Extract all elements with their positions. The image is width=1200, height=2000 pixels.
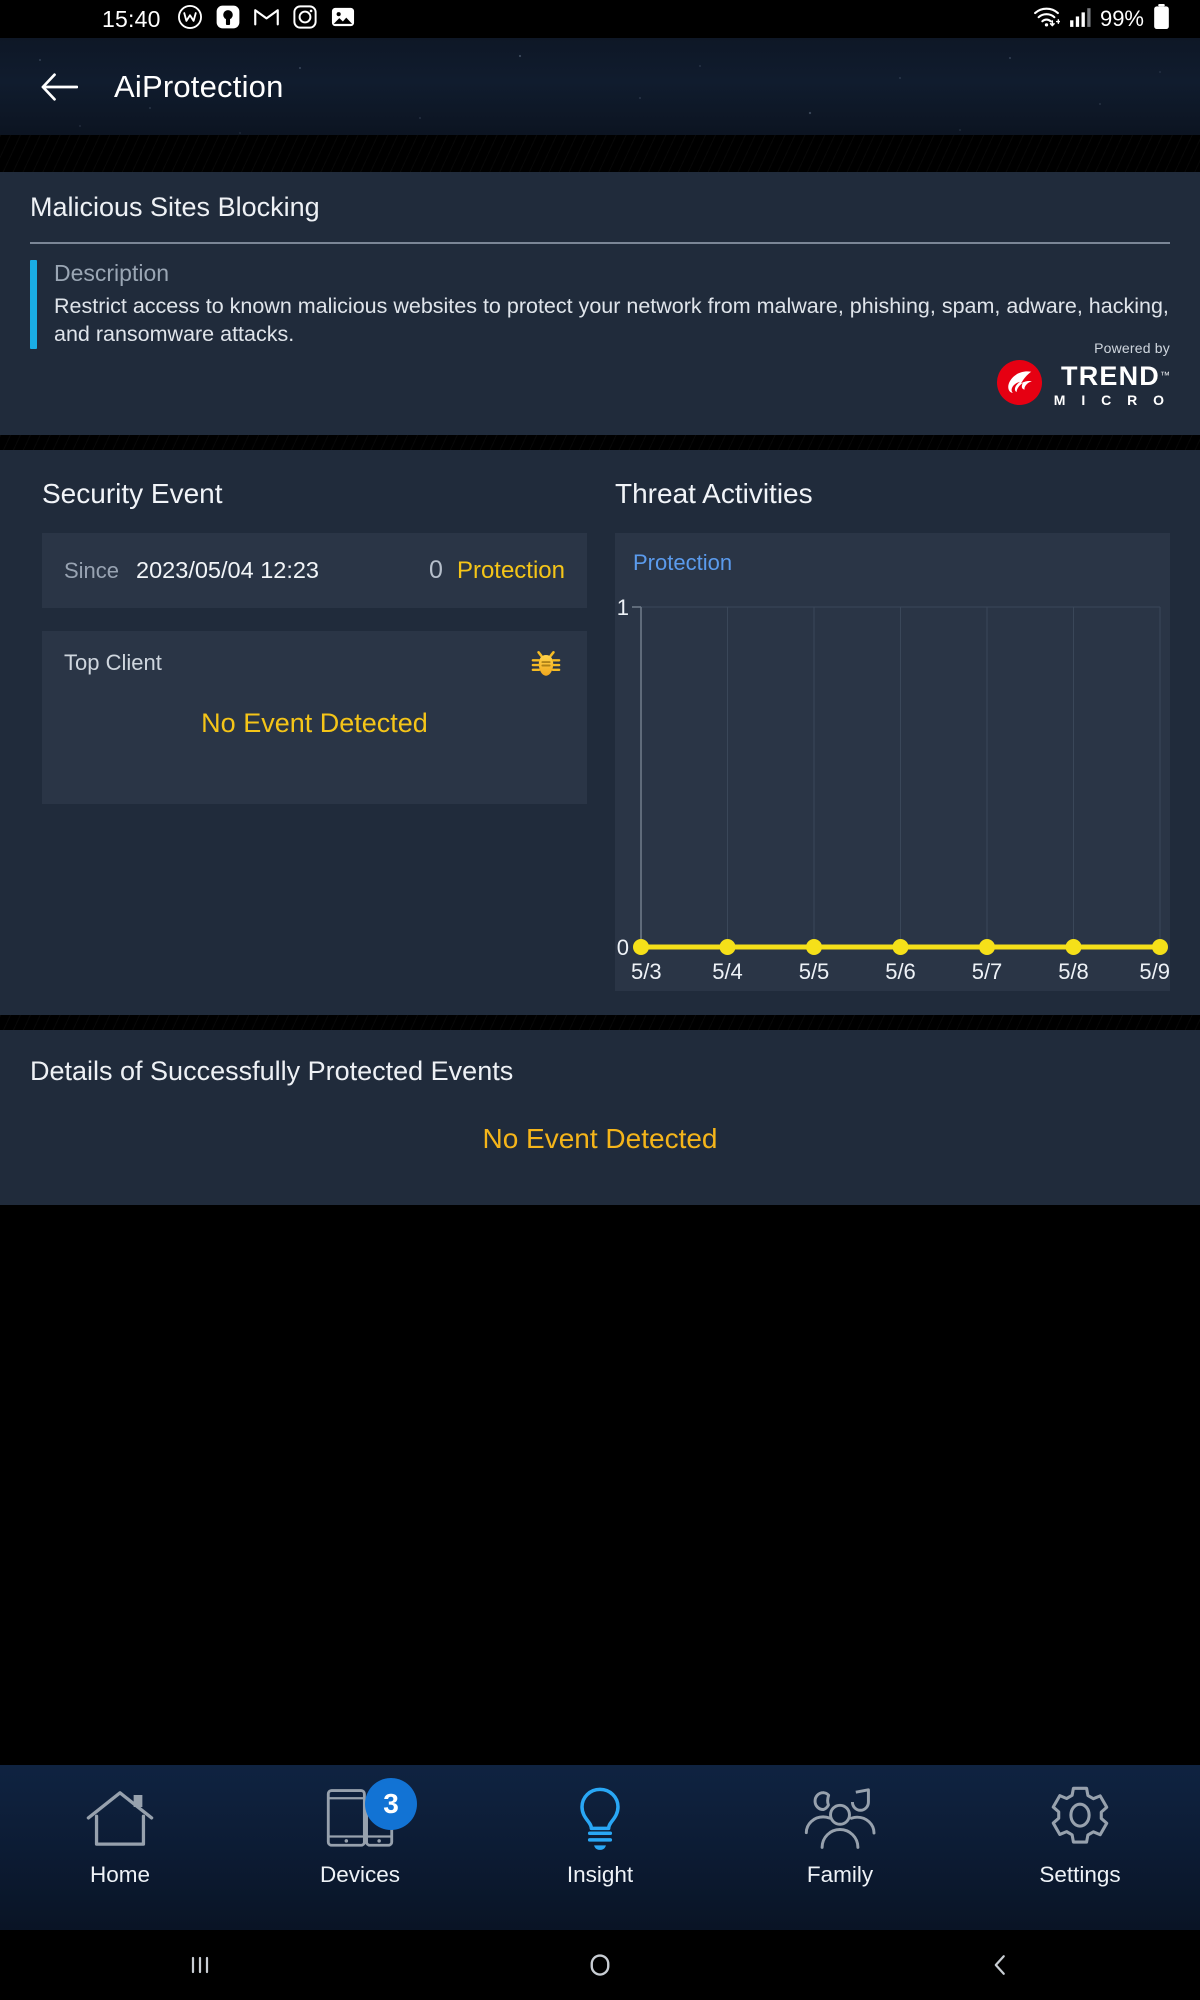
trend-micro-brand: TREND [1061, 361, 1160, 391]
svg-text:5/9: 5/9 [1139, 959, 1170, 984]
top-client-label: Top Client [64, 650, 162, 675]
status-bar: 15:40 99% [0, 0, 1200, 38]
card-title: Malicious Sites Blocking [30, 192, 320, 222]
home-circle-icon[interactable] [400, 1950, 800, 1980]
app-bar: AiProtection [0, 38, 1200, 135]
nav-item-settings[interactable]: Settings [960, 1765, 1200, 1930]
svg-text:5/6: 5/6 [885, 959, 916, 984]
top-client-panel: Top Client No Event Detected [42, 631, 587, 804]
svg-text:5/5: 5/5 [799, 959, 830, 984]
malicious-sites-blocking-card: Malicious Sites Blocking Description Res… [0, 172, 1200, 435]
status-right-icons: 99% [1033, 3, 1170, 35]
svg-text:5/3: 5/3 [631, 959, 662, 984]
protection-count-block: 0 Protection [429, 556, 565, 585]
gear-icon [1046, 1782, 1114, 1856]
security-event-column: Security Event Since 2023/05/04 12:23 0 … [42, 478, 587, 804]
chart-plot-area: 1 0 5/3 5/4 5/5 5/6 5/7 5/8 5/9 [615, 593, 1170, 991]
photos-icon [330, 4, 356, 35]
since-panel: Since 2023/05/04 12:23 0 Protection [42, 533, 587, 608]
nav-item-family[interactable]: Family [720, 1765, 960, 1930]
since-label: Since [64, 557, 120, 583]
svg-text:0: 0 [617, 935, 629, 960]
protection-label: Protection [456, 557, 565, 584]
details-card: Details of Successfully Protected Events… [0, 1030, 1200, 1205]
w-app-icon [177, 4, 203, 35]
status-time: 15:40 [102, 5, 161, 32]
family-icon [800, 1782, 880, 1856]
nav-label-family: Family [806, 1862, 874, 1887]
top-client-no-event: No Event Detected [201, 708, 428, 738]
page-title: AiProtection [114, 68, 284, 104]
page-background-filler [0, 1205, 1200, 1765]
details-no-event: No Event Detected [482, 1123, 718, 1154]
nav-item-home[interactable]: Home [0, 1765, 240, 1930]
section-separator-1 [0, 435, 1200, 450]
description-block: Description Restrict access to known mal… [30, 260, 1170, 349]
bottom-navigation: Home 3 Devices Insight Family Settings [0, 1765, 1200, 1930]
nav-item-insight[interactable]: Insight [480, 1765, 720, 1930]
divider [30, 242, 1170, 244]
accent-bar [30, 260, 37, 349]
svg-text:5/7: 5/7 [972, 959, 1003, 984]
trademark-symbol: ™ [1160, 370, 1170, 382]
protection-count: 0 [429, 556, 443, 584]
section-separator-2 [0, 1015, 1200, 1030]
recents-icon[interactable] [0, 1951, 400, 1979]
nav-label-insight: Insight [566, 1862, 634, 1887]
threat-activities-heading: Threat Activities [615, 478, 813, 509]
security-and-threat-card: Security Event Since 2023/05/04 12:23 0 … [0, 450, 1200, 1015]
cellular-signal-icon [1069, 6, 1091, 33]
trend-micro-logo: TREND™ M I C R O [996, 359, 1170, 411]
svg-text:5/4: 5/4 [712, 959, 743, 984]
back-arrow-icon[interactable] [34, 62, 84, 112]
battery-full-icon [1153, 3, 1170, 35]
gmail-icon [253, 3, 280, 35]
svg-text:5/8: 5/8 [1058, 959, 1089, 984]
svg-text:1: 1 [617, 595, 629, 620]
chart-legend-protection: Protection [633, 550, 733, 575]
bug-icon [529, 647, 563, 686]
powered-by-label: Powered by [1094, 340, 1170, 356]
security-event-heading: Security Event [42, 478, 223, 509]
trend-micro-brand-sub: M I C R O [1053, 392, 1170, 408]
messenger-icon [215, 4, 241, 35]
bulb-icon [569, 1782, 631, 1856]
threat-activities-chart-panel: Protection 1 0 5/3 5/4 5/5 5/6 5/7 5/8 5/9 [615, 533, 1170, 991]
system-navigation-bar [0, 1930, 1200, 2000]
since-value: 2023/05/04 12:23 [136, 557, 319, 583]
wifi-icon [1033, 5, 1061, 34]
trend-micro-wordmark: TREND™ M I C R O [1053, 361, 1170, 408]
nav-label-home: Home [89, 1862, 151, 1887]
trend-micro-mark-icon [996, 359, 1043, 411]
nav-label-settings: Settings [1039, 1862, 1121, 1887]
details-title: Details of Successfully Protected Events [30, 1056, 514, 1086]
nav-label-devices: Devices [319, 1862, 401, 1887]
section-separator-top [0, 135, 1200, 172]
threat-activities-line-chart: 1 05/3 5/4 5/5 5/6 5/7 5/8 5/9 [617, 595, 1170, 984]
battery-percent: 99% [1099, 6, 1144, 31]
status-notification-icons [177, 3, 356, 35]
powered-by-block: Powered by TREND™ M I C R O [996, 340, 1170, 411]
instagram-icon [292, 4, 318, 35]
nav-item-devices[interactable]: 3 Devices [240, 1765, 480, 1930]
back-chevron-icon[interactable] [800, 1951, 1200, 1979]
description-label: Description [54, 260, 170, 286]
home-icon [84, 1782, 156, 1856]
devices-icon: 3 [325, 1778, 417, 1856]
threat-activities-column: Threat Activities Protection 1 0 5/3 5/4 5/5… [615, 478, 1170, 991]
devices-badge: 3 [365, 1778, 417, 1830]
